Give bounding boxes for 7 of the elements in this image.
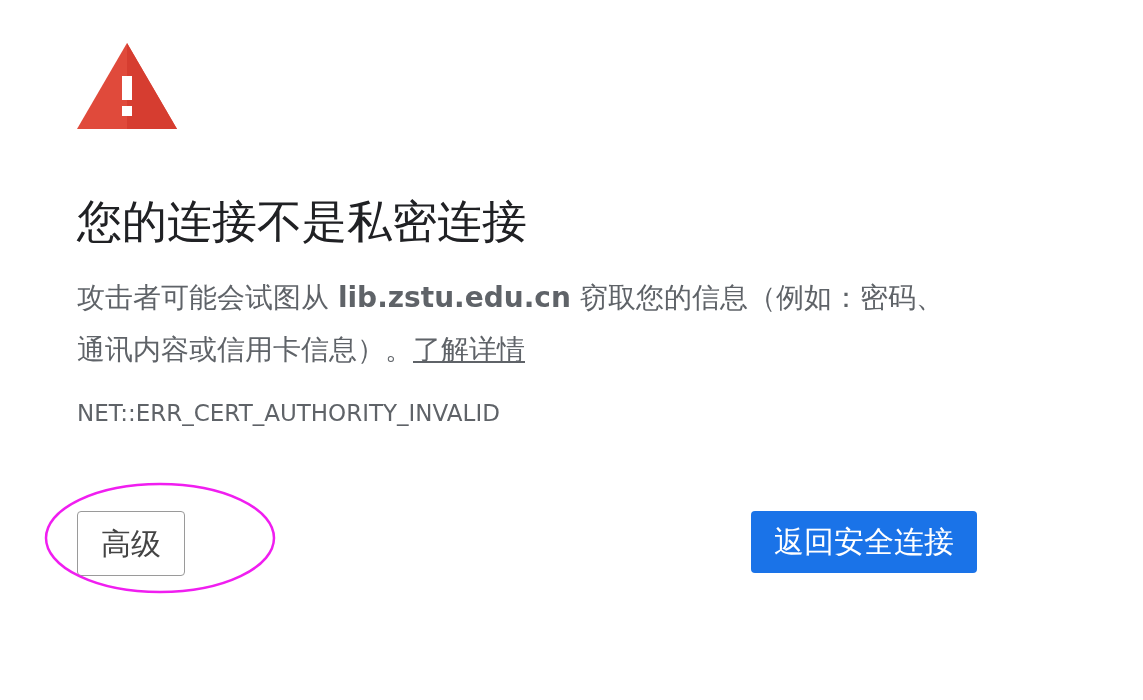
page-heading: 您的连接不是私密连接 (77, 194, 527, 250)
error-code: NET::ERR_CERT_AUTHORITY_INVALID (77, 399, 500, 428)
back-to-safety-button[interactable]: 返回安全连接 (751, 510, 977, 573)
advanced-button[interactable]: 高级 (77, 510, 185, 576)
learn-more-link[interactable]: 了解详情 (413, 333, 525, 366)
warning-icon (77, 43, 177, 129)
warning-description: 攻击者可能会试图从 lib.zstu.edu.cn 窃取您的信息（例如：密码、通讯内容或信用卡信息）。了解详情 (77, 280, 945, 368)
